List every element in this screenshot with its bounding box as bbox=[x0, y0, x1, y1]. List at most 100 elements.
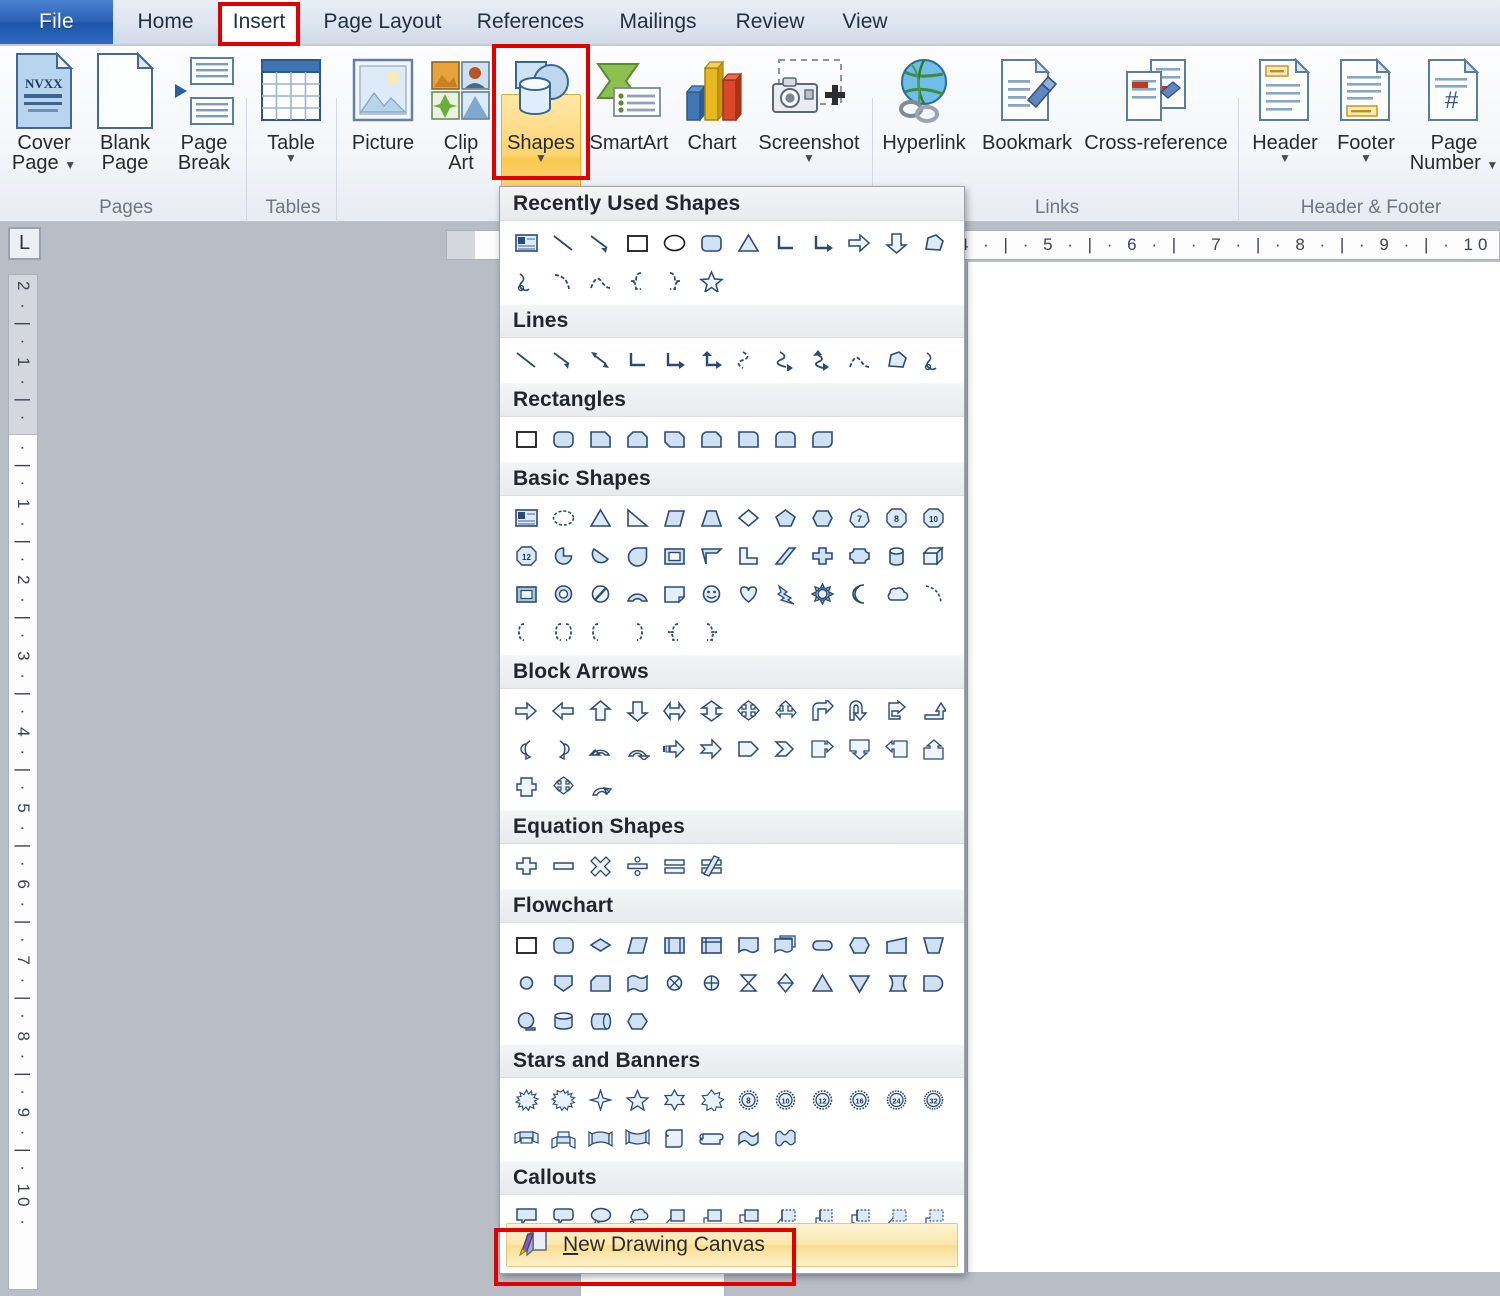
page-number-button[interactable]: # Page Number ▼ bbox=[1408, 52, 1500, 174]
shape-text-box[interactable] bbox=[508, 499, 545, 537]
shape-plus[interactable] bbox=[508, 847, 545, 885]
shape-flowchart-merge[interactable] bbox=[841, 964, 878, 1002]
shape-24-point-star[interactable]: 24 bbox=[878, 1081, 915, 1119]
shape-rectangle[interactable] bbox=[619, 224, 656, 262]
shape-down-arrow[interactable] bbox=[619, 692, 656, 730]
tab-stop-selector[interactable]: L bbox=[8, 227, 41, 260]
shape-right-brace[interactable] bbox=[693, 613, 730, 651]
shape-grid-flowchart[interactable] bbox=[500, 923, 964, 1044]
shape-plaque[interactable] bbox=[841, 537, 878, 575]
shape-arc-open[interactable] bbox=[915, 575, 952, 613]
shape-line-arrow[interactable] bbox=[582, 224, 619, 262]
shape-parallelogram[interactable] bbox=[656, 499, 693, 537]
shape-round-same-side-corner-rectangle[interactable] bbox=[767, 420, 804, 458]
shape-down-arrow[interactable] bbox=[878, 224, 915, 262]
shape-cross[interactable] bbox=[804, 537, 841, 575]
footer-button[interactable]: Footer ▼ bbox=[1326, 52, 1406, 164]
shape-arc[interactable] bbox=[582, 262, 619, 300]
shape-lightning-bolt[interactable] bbox=[767, 575, 804, 613]
shape-down-arrow-callout[interactable] bbox=[841, 730, 878, 768]
shape-circular-arrow[interactable] bbox=[582, 768, 619, 806]
shape-heart[interactable] bbox=[730, 575, 767, 613]
shape-explosion-1[interactable] bbox=[508, 1081, 545, 1119]
shape-elbow-arrow-connector[interactable] bbox=[804, 224, 841, 262]
shape-10-point-star[interactable]: 10 bbox=[767, 1081, 804, 1119]
shape-flowchart-internal-storage[interactable] bbox=[693, 926, 730, 964]
shape-trapezoid[interactable] bbox=[693, 499, 730, 537]
blank-page-button[interactable]: Blank Page bbox=[88, 52, 162, 174]
shape-right-arrow[interactable] bbox=[508, 692, 545, 730]
shape-multiply[interactable] bbox=[582, 847, 619, 885]
shape-wave[interactable] bbox=[730, 1119, 767, 1157]
shape-grid-recently-used[interactable] bbox=[500, 221, 964, 304]
shapes-dropdown-menu[interactable]: Recently Used Shapes Lines Rectangles Ba… bbox=[499, 186, 965, 1274]
shape-isosceles-triangle[interactable] bbox=[582, 499, 619, 537]
shape-right-bracket[interactable] bbox=[582, 613, 619, 651]
picture-button[interactable]: Picture bbox=[342, 52, 424, 153]
shape-right-bracket-2[interactable] bbox=[619, 613, 656, 651]
smartart-button[interactable]: SmartArt bbox=[583, 52, 675, 153]
shape-flowchart-terminator[interactable] bbox=[804, 926, 841, 964]
shape-grid-basic-shapes[interactable]: 7 8 10 12 bbox=[500, 496, 964, 655]
shape-7-point-star[interactable] bbox=[693, 1081, 730, 1119]
shape-curved-double-arrow-connector[interactable] bbox=[804, 341, 841, 379]
shape-freeform[interactable] bbox=[915, 224, 952, 262]
shape-oval[interactable] bbox=[656, 224, 693, 262]
shape-left-brace[interactable] bbox=[656, 613, 693, 651]
shape-flowchart-decision[interactable] bbox=[582, 926, 619, 964]
cover-page-button[interactable]: NVXX Cover Page ▼ bbox=[6, 52, 82, 174]
header-button[interactable]: Header ▼ bbox=[1244, 52, 1326, 164]
tab-references[interactable]: References bbox=[463, 0, 598, 44]
shape-chevron[interactable] bbox=[767, 730, 804, 768]
shape-left-arrow[interactable] bbox=[545, 692, 582, 730]
chevron-down-icon[interactable]: ▼ bbox=[1486, 158, 1498, 172]
shape-curved-down-ribbon[interactable] bbox=[619, 1119, 656, 1157]
page-break-button[interactable]: Page Break bbox=[166, 52, 242, 174]
shape-curved-left-arrow[interactable] bbox=[545, 730, 582, 768]
shape-dodecagon[interactable]: 12 bbox=[508, 537, 545, 575]
shape-right-brace[interactable] bbox=[656, 262, 693, 300]
new-drawing-canvas-item[interactable]: New Drawing Canvas bbox=[506, 1223, 958, 1267]
shape-left-bracket[interactable] bbox=[508, 613, 545, 651]
shape-rounded-rectangle[interactable] bbox=[545, 420, 582, 458]
shape-diagonal-stripe[interactable] bbox=[767, 537, 804, 575]
shape-frame[interactable] bbox=[656, 537, 693, 575]
shape-bevel[interactable] bbox=[508, 575, 545, 613]
shape-grid-rectangles[interactable] bbox=[500, 417, 964, 462]
shape-snip-single-corner-rectangle[interactable] bbox=[582, 420, 619, 458]
chevron-down-icon[interactable]: ▼ bbox=[267, 152, 315, 164]
shape-striped-right-arrow[interactable] bbox=[656, 730, 693, 768]
shape-block-arc[interactable] bbox=[619, 575, 656, 613]
shape-snip-and-round-single-corner-rectangle[interactable] bbox=[693, 420, 730, 458]
shape-flowchart-punched-tape[interactable] bbox=[619, 964, 656, 1002]
shape-flowchart-process[interactable] bbox=[508, 926, 545, 964]
shape-moon[interactable] bbox=[841, 575, 878, 613]
shape-double-wave[interactable] bbox=[767, 1119, 804, 1157]
shape-curve[interactable] bbox=[545, 262, 582, 300]
chevron-down-icon[interactable]: ▼ bbox=[1337, 152, 1395, 164]
shape-elbow-connector[interactable] bbox=[767, 224, 804, 262]
shape-curved-up-ribbon[interactable] bbox=[582, 1119, 619, 1157]
tab-page-layout[interactable]: Page Layout bbox=[305, 0, 460, 44]
shape-heptagon[interactable]: 7 bbox=[841, 499, 878, 537]
shape-curved-connector[interactable] bbox=[730, 341, 767, 379]
shape-5-point-star[interactable] bbox=[693, 262, 730, 300]
shape-left-brace[interactable] bbox=[619, 262, 656, 300]
shape-folded-corner[interactable] bbox=[656, 575, 693, 613]
document-page[interactable] bbox=[967, 262, 1500, 1272]
shape-up-ribbon[interactable] bbox=[508, 1119, 545, 1157]
shape-flowchart-multidocument[interactable] bbox=[767, 926, 804, 964]
shape-flowchart-document[interactable] bbox=[730, 926, 767, 964]
shape-16-point-star[interactable]: 16 bbox=[841, 1081, 878, 1119]
shape-flowchart-manual-operation[interactable] bbox=[915, 926, 952, 964]
tab-review[interactable]: Review bbox=[720, 0, 820, 44]
shape-cube[interactable] bbox=[915, 537, 952, 575]
shape-bent-arrow[interactable] bbox=[804, 692, 841, 730]
shape-oval[interactable] bbox=[545, 499, 582, 537]
chevron-down-icon[interactable]: ▼ bbox=[64, 158, 76, 172]
shape-rounded-rectangle[interactable] bbox=[693, 224, 730, 262]
shape-elbow-arrow-connector[interactable] bbox=[656, 341, 693, 379]
shape-donut[interactable] bbox=[545, 575, 582, 613]
shape-12-point-star[interactable]: 12 bbox=[804, 1081, 841, 1119]
shape-flowchart-display[interactable] bbox=[619, 1002, 656, 1040]
